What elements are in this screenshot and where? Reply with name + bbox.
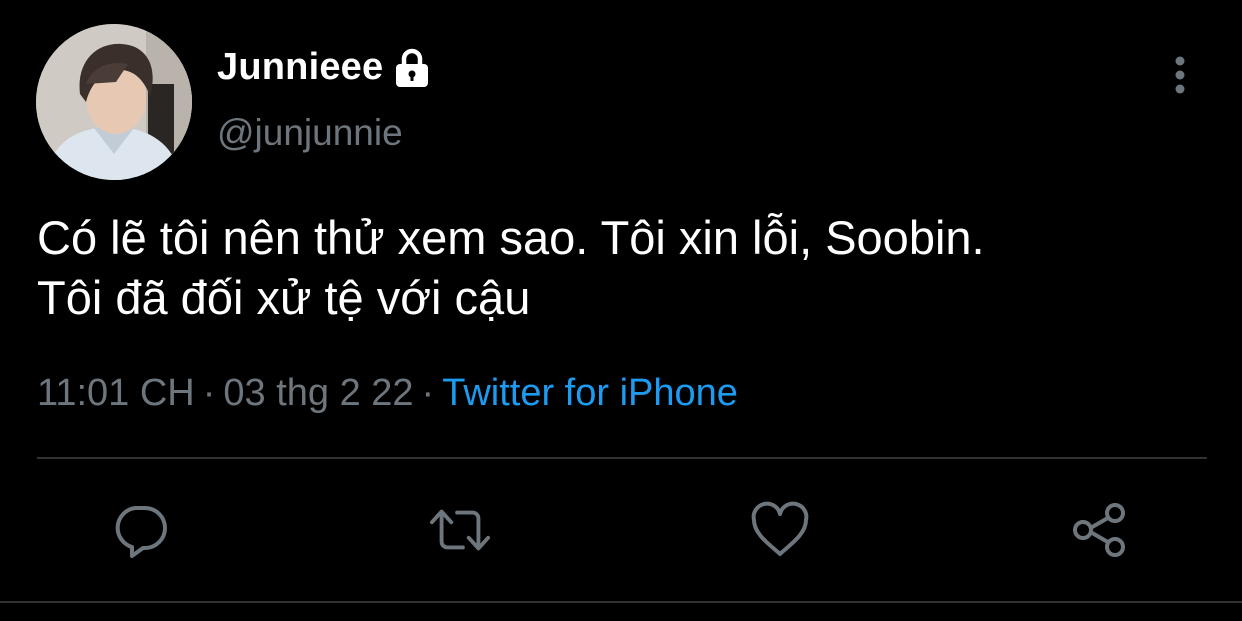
retweet-arrows-icon (429, 509, 491, 551)
retweet-button[interactable] (428, 498, 492, 562)
tweet-source-link[interactable]: Twitter for iPhone (442, 372, 738, 414)
tweet-date: 03 thg 2 22 (223, 372, 414, 414)
like-button[interactable] (748, 498, 812, 562)
author-name-row: Junnieee (217, 42, 433, 92)
separator-dot: · (202, 372, 216, 414)
separator-dot: · (421, 372, 435, 414)
speech-bubble-icon (115, 506, 167, 558)
bottom-divider (0, 601, 1242, 603)
tweet-detail: Junnieee @junjunnie Có lẽ tôi nên thử xe… (0, 0, 1242, 621)
vertical-ellipsis-icon[interactable] (1160, 52, 1200, 98)
reply-button[interactable] (108, 498, 172, 562)
lock-icon (391, 46, 433, 88)
username-handle[interactable]: @junjunnie (217, 112, 403, 154)
heart-icon (751, 501, 809, 556)
tweet-time: 11:01 CH (37, 372, 195, 414)
share-button[interactable] (1068, 498, 1132, 562)
avatar[interactable] (36, 24, 192, 180)
tweet-text: Có lẽ tôi nên thử xem sao. Tôi xin lỗi, … (37, 211, 985, 324)
profile-photo (36, 24, 192, 180)
divider (37, 457, 1207, 459)
display-name[interactable]: Junnieee (217, 46, 383, 89)
share-nodes-icon (1073, 503, 1125, 557)
tweet-metadata: 11:01 CH · 03 thg 2 22 · Twitter for iPhone (37, 372, 738, 415)
